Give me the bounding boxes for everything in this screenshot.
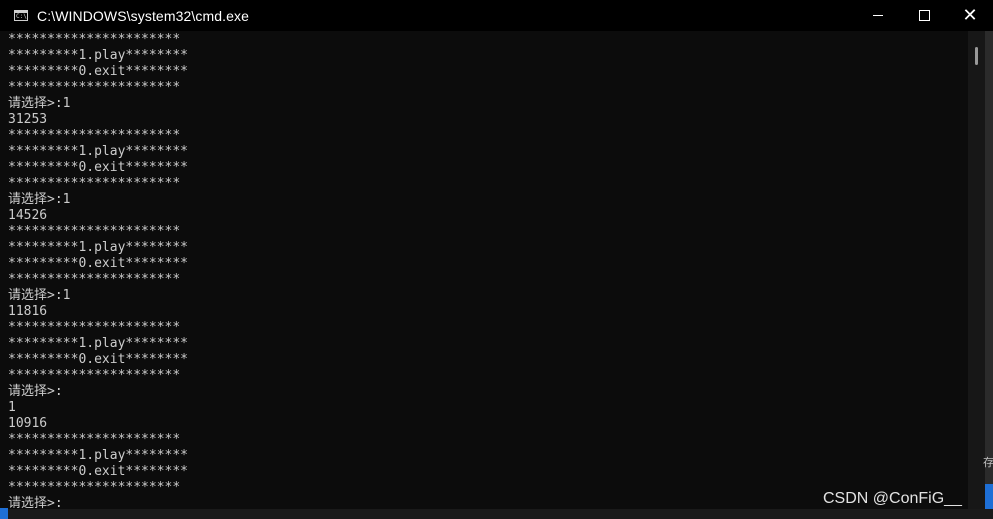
background-partial-text: 存 [983, 456, 993, 469]
console-line: ********************** [8, 432, 181, 447]
scrollbar-thumb[interactable] [975, 47, 978, 65]
console-line: *********0.exit******** [8, 160, 189, 175]
console-line: ********************** [8, 80, 181, 95]
console-line: *********1.play******** [8, 448, 189, 463]
console-line: *********0.exit******** [8, 352, 189, 367]
title-bar[interactable]: C:\ C:\WINDOWS\system32\cmd.exe ✕ [0, 0, 993, 31]
window-controls: ✕ [855, 0, 993, 31]
console-line: 请选择>:1 [8, 96, 71, 111]
console-line: *********1.play******** [8, 336, 189, 351]
console-line: ********************** [8, 480, 181, 495]
console-line: 14526 [8, 208, 48, 223]
cmd-icon: C:\ [14, 10, 28, 21]
minimize-button[interactable] [855, 0, 901, 31]
console-line: 10916 [8, 416, 48, 431]
background-window-edge [985, 31, 993, 519]
cmd-icon-text: C:\ [16, 13, 27, 20]
console-line: *********1.play******** [8, 240, 189, 255]
csdn-watermark: CSDN @ConFiG__ [823, 490, 962, 507]
vertical-scrollbar[interactable] [968, 31, 985, 519]
console-line: *********1.play******** [8, 144, 189, 159]
console-line: 请选择>:1 [8, 192, 71, 207]
console-line: 31253 [8, 112, 48, 127]
window-title: C:\WINDOWS\system32\cmd.exe [37, 7, 249, 24]
console-line: 11816 [8, 304, 48, 319]
console-line: *********0.exit******** [8, 64, 189, 79]
console-line: *********1.play******** [8, 48, 189, 63]
console-line: ********************** [8, 368, 181, 383]
close-button[interactable]: ✕ [947, 0, 993, 31]
console-line: ********************** [8, 32, 181, 47]
console-line: ********************** [8, 272, 181, 287]
console-line: ********************** [8, 320, 181, 335]
console-line: ********************** [8, 224, 181, 239]
taskbar-edge [0, 509, 993, 519]
close-icon: ✕ [962, 5, 978, 26]
taskbar-accent [0, 508, 8, 519]
console-line: *********0.exit******** [8, 464, 189, 479]
console-output[interactable]: ********************** *********1.play***… [8, 32, 963, 519]
console-line: 请选择>: [8, 384, 63, 399]
console-line: ********************** [8, 176, 181, 191]
maximize-button[interactable] [901, 0, 947, 31]
cmd-window: C:\ C:\WINDOWS\system32\cmd.exe ✕ ******… [0, 0, 993, 519]
console-line: ********************** [8, 128, 181, 143]
console-line: 1 [8, 400, 16, 415]
console-line: 请选择>:1 [8, 288, 71, 303]
console-line: *********0.exit******** [8, 256, 189, 271]
